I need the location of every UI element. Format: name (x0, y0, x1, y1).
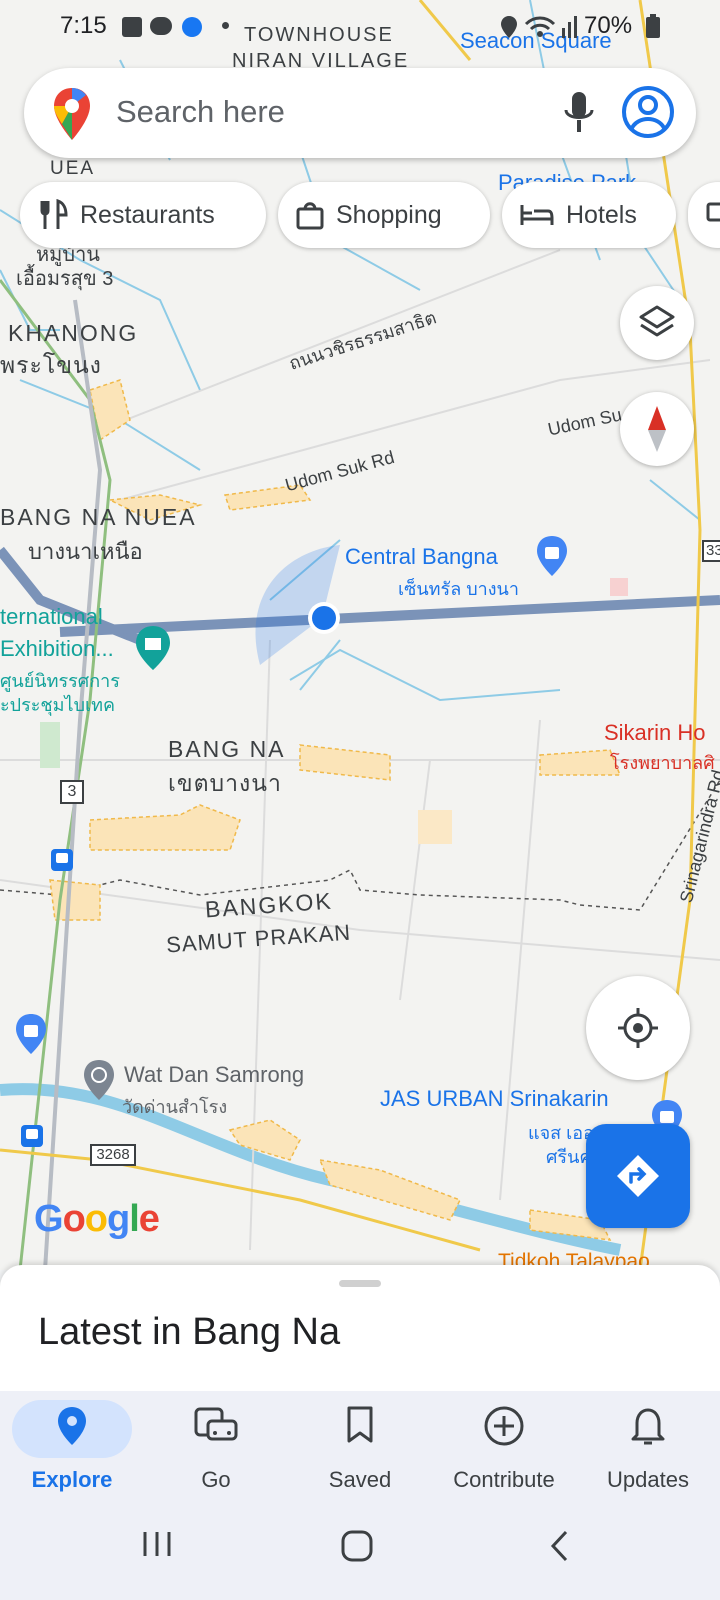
map-label-phra-khanong: พระโขนง (0, 352, 102, 378)
maps-logo-icon (54, 88, 90, 140)
nav-label: Saved (328, 1467, 392, 1492)
map-poi-jas-urban[interactable]: JAS URBAN Srinakarin (380, 1086, 609, 1112)
battery-icon (646, 14, 660, 38)
back-icon[interactable] (548, 1529, 572, 1563)
nav-updates[interactable]: Updates (576, 1391, 720, 1499)
nav-label: Explore (31, 1467, 113, 1492)
explore-pin-icon (58, 1407, 86, 1445)
recent-apps-icon[interactable] (140, 1529, 174, 1559)
map-label-bang-na-nuea: BANG NA NUEA (0, 504, 197, 530)
shopping-pin-icon-2[interactable] (14, 1012, 48, 1056)
layers-icon (639, 305, 675, 337)
layers-button[interactable] (620, 286, 694, 360)
system-status-icons (501, 16, 577, 38)
search-bar[interactable]: Search here (24, 68, 696, 158)
nav-go[interactable]: Go (144, 1391, 288, 1499)
map-poi-intl-2[interactable]: Exhibition... (0, 636, 114, 662)
bottom-sheet[interactable]: Latest in Bang Na (0, 1265, 720, 1391)
status-time: 7:15 (60, 12, 107, 39)
compass-icon (648, 406, 666, 452)
bed-icon (520, 205, 554, 225)
bottom-navigation: Explore Go Saved Contribute Updates (0, 1391, 720, 1499)
add-circle-icon (484, 1406, 524, 1446)
status-bar: 7:15 70% (0, 0, 720, 52)
sheet-title: Latest in Bang Na (38, 1311, 341, 1353)
temple-pin-icon[interactable] (82, 1058, 116, 1102)
map-poi-sikarin-th: โรงพยาบาลศิ (610, 753, 715, 773)
map-poi-jas-th-2: ศรีนค (546, 1147, 592, 1167)
chip-label: Hotels (566, 200, 637, 229)
sheet-drag-handle[interactable] (339, 1280, 381, 1287)
nav-label: Go (201, 1467, 231, 1492)
search-placeholder[interactable]: Search here (116, 94, 285, 130)
google-logo: Google (34, 1198, 160, 1240)
restaurant-icon (40, 199, 68, 229)
map-poi-sikarin[interactable]: Sikarin Ho (604, 720, 705, 746)
directions-button[interactable] (586, 1124, 690, 1228)
route-shield-33: 33 (702, 540, 720, 562)
nav-label: Contribute (453, 1467, 555, 1492)
chip-label: Shopping (336, 200, 442, 229)
mic-icon[interactable] (561, 90, 597, 136)
directions-icon (617, 1155, 659, 1197)
chip-hotels[interactable]: Hotels (502, 182, 676, 248)
compass-button[interactable] (620, 392, 694, 466)
account-icon[interactable] (620, 84, 676, 140)
map-label-bang-na-nuea-th: บางนาเหนือ (28, 539, 143, 564)
map-poi-wat-dan[interactable]: Wat Dan Samrong (124, 1062, 304, 1088)
home-icon[interactable] (340, 1529, 374, 1563)
shopping-pin-icon[interactable] (535, 534, 569, 578)
nav-explore[interactable]: Explore (0, 1391, 144, 1499)
more-chip-icon (706, 202, 720, 222)
notification-dot (222, 22, 229, 29)
commute-icon (194, 1407, 238, 1441)
transit-icon-2[interactable] (20, 1124, 44, 1148)
chip-shopping[interactable]: Shopping (278, 182, 490, 248)
chip-label: Restaurants (80, 200, 215, 229)
nav-contribute[interactable]: Contribute (432, 1391, 576, 1499)
map-poi-central-bangna[interactable]: Central Bangna (345, 544, 498, 570)
nav-label: Updates (607, 1467, 689, 1492)
battery-percent: 70% (584, 12, 633, 39)
map-label-uemsuk: เอื้อมรสุข 3 (16, 268, 114, 290)
shopping-bag-icon (296, 202, 324, 230)
map-label-uea: UEA (50, 158, 96, 179)
bell-icon (631, 1408, 665, 1445)
exhibition-pin-icon[interactable] (134, 624, 172, 672)
map-label-bang-na: BANG NA (168, 736, 286, 762)
map-poi-wat-dan-th: วัดด่านสำโรง (122, 1097, 228, 1117)
system-navigation-bar (0, 1499, 720, 1600)
route-shield-3: 3 (60, 780, 84, 804)
transit-icon[interactable] (50, 848, 74, 872)
map-label-bang-na-th: เขตบางนา (168, 770, 282, 796)
map-poi-intl-th-2: ะประชุมไบเทค (0, 695, 116, 715)
map-poi-central-bangna-th: เซ็นทรัล บางนา (398, 579, 519, 599)
notification-icons (122, 17, 202, 37)
map-label-khanong: KHANONG (8, 320, 139, 346)
map-poi-intl-1[interactable]: ternational (0, 604, 103, 630)
crosshair-icon (618, 1008, 658, 1048)
chip-restaurants[interactable]: Restaurants (20, 182, 266, 248)
bookmark-icon (347, 1406, 373, 1443)
route-shield-3268: 3268 (90, 1144, 136, 1166)
nav-saved[interactable]: Saved (288, 1391, 432, 1499)
my-location-button[interactable] (586, 976, 690, 1080)
